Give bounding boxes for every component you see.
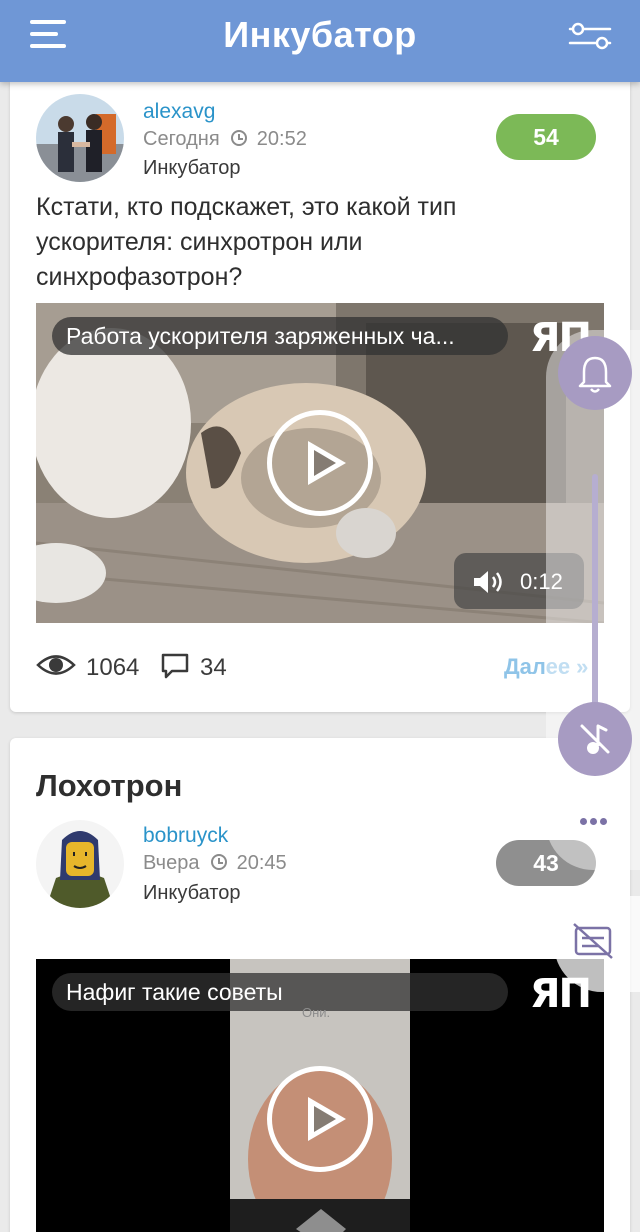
speaker-icon[interactable] xyxy=(472,569,506,595)
author-name[interactable]: bobruyck xyxy=(143,824,228,848)
video-watermark: Они. xyxy=(302,1005,331,1020)
more-dots-icon[interactable] xyxy=(580,812,614,832)
post-card: alexavg Сегодня 20:52 Инкубатор 54 Кстат… xyxy=(10,82,630,712)
clock-icon xyxy=(231,130,248,146)
avatar[interactable] xyxy=(36,820,124,908)
subtitles-off-icon[interactable] xyxy=(554,896,640,992)
clock-icon xyxy=(211,854,228,870)
time-text: 20:45 xyxy=(236,852,287,874)
page-title: Инкубатор xyxy=(223,14,417,55)
play-icon[interactable] xyxy=(267,1066,373,1172)
video-player[interactable]: Нафиг такие советы Они. ЯП xyxy=(36,959,604,1232)
video-player[interactable]: Работа ускорителя заряженных ча... ЯП 0:… xyxy=(36,303,604,623)
rating-badge[interactable]: 54 xyxy=(496,114,596,160)
post-date: Вчера 20:45 xyxy=(143,852,287,875)
time-text: 20:52 xyxy=(256,128,307,150)
filter-icon[interactable] xyxy=(568,22,612,50)
eye-icon xyxy=(36,655,76,675)
post-title[interactable]: Лохотрон xyxy=(36,768,182,804)
date-text: Сегодня xyxy=(143,128,220,150)
avatar[interactable] xyxy=(36,94,124,182)
comments-count: 34 xyxy=(200,654,227,681)
community-name[interactable]: Инкубатор xyxy=(143,882,240,905)
date-text: Вчера xyxy=(143,852,200,874)
play-icon[interactable] xyxy=(267,410,373,516)
post-card: Лохотрон bobruyck Вчера 20:45 Инкубатор … xyxy=(10,738,630,1232)
app-header: Инкубатор xyxy=(0,0,640,82)
community-name[interactable]: Инкубатор xyxy=(143,157,240,180)
panel-scroll-track[interactable] xyxy=(592,474,598,706)
author-name[interactable]: alexavg xyxy=(143,100,215,124)
video-title: Нафиг такие советы xyxy=(52,973,508,1011)
post-text: Кстати, кто подскажет, это какой тип уск… xyxy=(36,193,457,291)
comment-icon xyxy=(161,653,189,679)
music-off-icon[interactable] xyxy=(558,702,632,776)
views-count: 1064 xyxy=(86,654,140,681)
post-date: Сегодня 20:52 xyxy=(143,128,307,151)
bell-icon[interactable] xyxy=(558,336,632,410)
video-title: Работа ускорителя заряженных ча... xyxy=(52,317,508,355)
